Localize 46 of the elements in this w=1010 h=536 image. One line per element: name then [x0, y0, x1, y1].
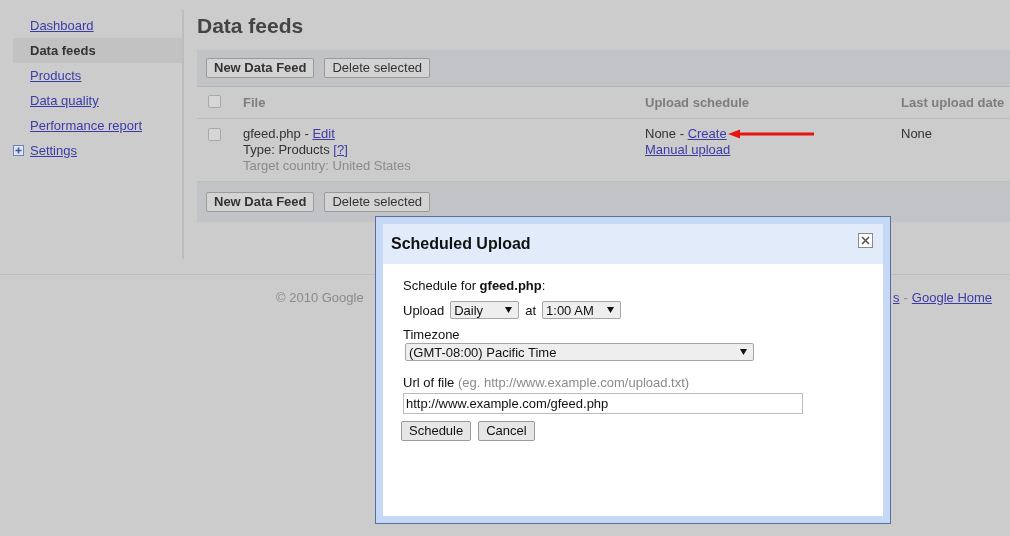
cancel-button[interactable]: Cancel — [478, 421, 535, 441]
copyright-text: © 2010 Google — [276, 290, 364, 305]
close-icon[interactable] — [858, 232, 873, 248]
at-label: at — [525, 302, 537, 318]
caret-icon — [740, 349, 747, 355]
timezone-label: Timezone — [403, 327, 460, 342]
sidebar-link[interactable]: Products — [30, 68, 82, 83]
dialog-title: Scheduled Upload — [391, 235, 531, 253]
checkbox[interactable] — [208, 128, 221, 141]
url-field[interactable]: http://www.example.com/gfeed.php — [403, 393, 803, 414]
file-name: gfeed.php - — [243, 126, 309, 141]
upload-label: Upload — [403, 302, 445, 318]
column-header: Upload schedule — [645, 95, 750, 110]
footer-link[interactable]: Google Home — [911, 290, 993, 305]
sidebar-link[interactable]: Performance report — [30, 118, 142, 133]
help-link[interactable]: [?] — [333, 142, 348, 157]
sidebar-link[interactable]: Data quality — [30, 93, 99, 108]
schedule-status: None - — [645, 126, 685, 142]
sidebar-link[interactable]: Dashboard — [30, 18, 94, 33]
schedule-for-text: Schedule for gfeed.php: — [403, 278, 546, 293]
new-feed-button[interactable]: New Data Feed — [206, 58, 315, 78]
expand-icon[interactable] — [13, 145, 24, 156]
frequency-dropdown[interactable]: Daily — [450, 301, 520, 319]
sidebar-link[interactable]: Settings — [30, 143, 77, 158]
time-dropdown[interactable]: 1:00 AM — [542, 301, 622, 319]
column-header: Last upload date — [901, 95, 1005, 110]
caret-icon — [505, 307, 513, 313]
footer-link[interactable]: s — [893, 290, 900, 305]
checkbox[interactable] — [208, 94, 221, 108]
edit-link[interactable]: Edit — [312, 126, 335, 141]
schedule-button[interactable]: Schedule — [401, 421, 472, 441]
column-header: File — [243, 95, 266, 110]
timezone-dropdown[interactable]: (GMT-08:00) Pacific Time — [405, 343, 754, 361]
hint-text: (eg. http://www.example.com/upload.txt) — [457, 375, 690, 390]
new-feed-button[interactable]: New Data Feed — [206, 192, 315, 212]
url-label: Url of file — [403, 375, 455, 390]
manual-upload-link[interactable]: Manual upload — [645, 142, 731, 157]
feed-type: Type: Products — [243, 142, 330, 157]
create-link[interactable]: Create — [687, 126, 727, 142]
last-upload-date: None — [901, 126, 933, 141]
delete-button[interactable]: Delete selected — [324, 58, 431, 78]
page-title: Data feeds — [197, 13, 305, 39]
caret-icon — [607, 307, 615, 313]
delete-button[interactable]: Delete selected — [324, 192, 431, 212]
separator-text: - — [903, 290, 908, 305]
target-country: Target country: United States — [243, 158, 411, 173]
